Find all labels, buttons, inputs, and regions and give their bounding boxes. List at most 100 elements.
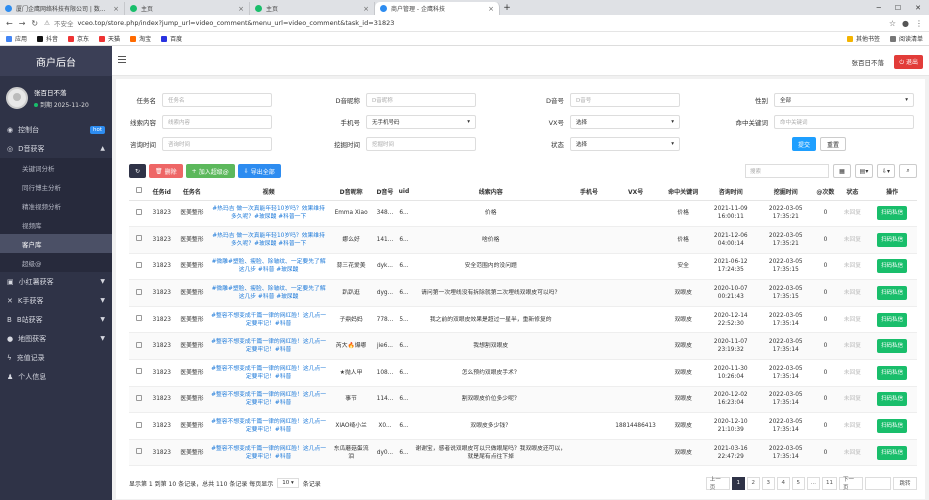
page-button-current[interactable]: 1 [731, 476, 745, 490]
browser-tab-active[interactable]: 商户管理 - 企鹰科技 × [375, 2, 500, 15]
account-input[interactable]: D音号 [570, 93, 680, 107]
column-header[interactable]: uid [396, 183, 412, 201]
page-button[interactable]: 2 [746, 476, 760, 490]
submenu-item[interactable]: 超级@ [0, 253, 112, 272]
scan-message-button[interactable]: 扫码私信 [877, 365, 908, 380]
task-name-input[interactable]: 任务名 [162, 93, 272, 107]
browser-tab[interactable]: 主页 × [250, 2, 375, 15]
column-header[interactable]: D音号 [373, 183, 397, 201]
scan-message-button[interactable]: 扫码私信 [877, 232, 908, 247]
search-icon[interactable]: ⌕ [899, 164, 917, 178]
row-video-link[interactable]: #热玛吉 做一次真能年轻10岁吗？效果维持多久呢？#玻尿酸 #科普一下 [208, 226, 329, 254]
page-button[interactable]: 4 [776, 476, 790, 490]
add-super-button[interactable]: + 加入超级@ [185, 164, 235, 178]
sidebar-item-dashboard[interactable]: ◉ 控制台 hot [0, 120, 112, 139]
sidebar-item-map[interactable]: ● 地图获客 ▼ [0, 329, 112, 348]
row-video-link[interactable]: #整容不想变成千篇一律的网红脸！这几点一定要牢记！#科普 [208, 386, 329, 414]
column-header[interactable]: 咨询时间 [703, 183, 759, 201]
nickname-input[interactable]: D音昵称 [366, 93, 476, 107]
row-video-link[interactable]: #整容不想变成千篇一律的网红脸！这几点一定要牢记！#科普 [208, 412, 329, 440]
table-search-input[interactable]: 搜索 [745, 164, 829, 178]
logout-button[interactable]: ⏻ 退出 [894, 55, 923, 69]
row-video-link[interactable]: #微雕#塑脸、瘦脸、除皱纹、一定要先了解这几步 #科普 #玻尿酸 [208, 253, 329, 281]
sidebar-item-douyin[interactable]: ◎ D音获客 ▲ [0, 139, 112, 158]
scan-message-button[interactable]: 扫码私信 [877, 392, 908, 407]
vx-select[interactable]: 选择 ▾ [570, 115, 680, 129]
sidebar-item-kuaishou[interactable]: ✕ K手获客 ▼ [0, 291, 112, 310]
submenu-item[interactable]: 同行博主分析 [0, 177, 112, 196]
submenu-item-active[interactable]: 客户库 [0, 234, 112, 253]
scan-message-button[interactable]: 扫码私信 [877, 445, 908, 460]
row-checkbox[interactable] [135, 261, 142, 268]
close-tab-icon[interactable]: × [488, 5, 494, 13]
column-header[interactable]: 手机号 [570, 183, 609, 201]
forward-icon[interactable]: → [19, 19, 26, 28]
bookmark[interactable]: 淘宝 [130, 34, 151, 43]
scan-message-button[interactable]: 扫码私信 [877, 312, 908, 327]
profile-icon[interactable]: ● [902, 19, 909, 28]
phone-select[interactable]: 无手机号码 ▾ [366, 115, 476, 129]
row-video-link[interactable]: #微雕#塑脸、瘦脸、除皱纹、一定要先了解这几步 #科普 #玻尿酸 [208, 279, 329, 307]
sidebar-item-profile[interactable]: ♟ 个人信息 [0, 367, 112, 386]
minimize-icon[interactable]: ─ [877, 4, 881, 12]
bookmark-folder[interactable]: 其他书签 [846, 34, 880, 43]
page-size-select[interactable]: 10 ▾ [277, 478, 299, 488]
close-tab-icon[interactable]: × [363, 5, 369, 13]
bookmark[interactable]: 应用 [6, 34, 27, 43]
row-checkbox[interactable] [135, 448, 142, 455]
header-user[interactable]: 张百日不落 [852, 57, 885, 67]
scan-message-button[interactable]: 扫码私信 [877, 286, 908, 301]
scan-message-button[interactable]: 扫码私信 [877, 339, 908, 354]
scan-message-button[interactable]: 扫码私信 [877, 206, 908, 221]
reading-list[interactable]: 阅读清单 [889, 34, 923, 43]
sidebar-item-xiaohongshu[interactable]: ▣ 小红薯获客 ▼ [0, 272, 112, 291]
page-button[interactable]: 11 [822, 476, 837, 490]
browser-tab[interactable]: 厦门企鹰网络科技有限公司 | 数... × [0, 2, 125, 15]
browser-tab[interactable]: 主页 × [125, 2, 250, 15]
sidebar-item-recharge[interactable]: ϟ 充值记录 [0, 348, 112, 367]
content-input[interactable]: 线索内容 [162, 115, 272, 129]
status-select[interactable]: 选择 ▾ [570, 137, 680, 151]
scan-message-button[interactable]: 扫码私信 [877, 419, 908, 434]
column-header[interactable]: 任务名 [175, 183, 209, 201]
hamburger-icon[interactable] [118, 56, 126, 63]
gender-select[interactable]: 全部 ▾ [774, 93, 914, 107]
new-tab-button[interactable]: + [500, 2, 514, 15]
column-header[interactable]: 挖掘时间 [758, 183, 814, 201]
bookmark[interactable]: 抖音 [37, 34, 58, 43]
jump-button[interactable]: 跳转 [893, 476, 917, 490]
row-checkbox[interactable] [135, 288, 142, 295]
star-icon[interactable]: ☆ [889, 19, 896, 28]
column-header[interactable]: 线索内容 [411, 183, 571, 201]
close-tab-icon[interactable]: × [113, 5, 119, 13]
scan-message-button[interactable]: 扫码私信 [877, 259, 908, 274]
row-video-link[interactable]: #整容不想变成千篇一律的网红脸！这几点一定要牢记！#科普 [208, 306, 329, 334]
bookmark[interactable]: 百度 [161, 34, 182, 43]
next-page-button[interactable]: 下一页 [839, 476, 863, 491]
close-tab-icon[interactable]: × [238, 5, 244, 13]
select-all-checkbox[interactable] [135, 187, 142, 194]
menu-dots-icon[interactable]: ⋮ [915, 19, 923, 28]
page-jump-input[interactable] [865, 476, 891, 490]
keyword-input[interactable]: 命中关键词 [774, 115, 914, 129]
row-checkbox[interactable] [135, 394, 142, 401]
sidebar-item-bilibili[interactable]: B B站获客 ▼ [0, 310, 112, 329]
row-checkbox[interactable] [135, 421, 142, 428]
column-header[interactable]: 状态 [837, 183, 868, 201]
prev-page-button[interactable]: 上一页 [705, 476, 730, 491]
page-button[interactable]: 3 [761, 476, 775, 490]
row-video-link[interactable]: #整容不想变成千篇一律的网红脸！这几点一定要牢记！#科普 [208, 359, 329, 387]
row-checkbox[interactable] [135, 368, 142, 375]
close-window-icon[interactable]: ✕ [915, 4, 921, 12]
maximize-icon[interactable]: ☐ [895, 4, 901, 12]
column-header[interactable]: VX号 [608, 183, 664, 201]
mine-time-input[interactable]: 挖掘时间 [366, 137, 476, 151]
submit-button[interactable]: 提交 [792, 137, 817, 151]
submenu-item[interactable]: 视频库 [0, 215, 112, 234]
column-header[interactable]: 命中关键词 [663, 183, 704, 201]
export-menu-icon[interactable]: ⇩▾ [877, 164, 895, 178]
export-button[interactable]: ⇩ 导出全部 [237, 164, 281, 178]
column-header[interactable]: 视频 [208, 183, 329, 201]
refresh-button[interactable]: ↻ [129, 164, 147, 178]
submenu-item[interactable]: 关键词分析 [0, 158, 112, 177]
